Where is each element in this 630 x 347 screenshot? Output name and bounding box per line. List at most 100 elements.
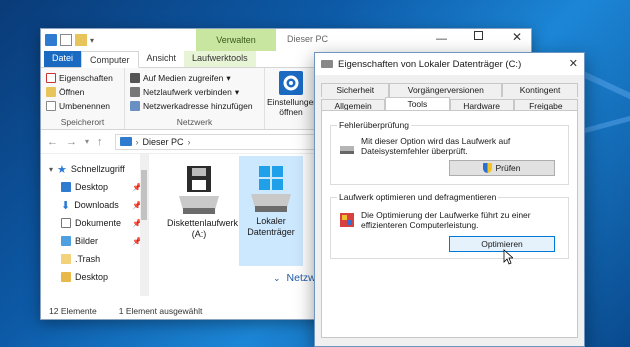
access-media-label: Auf Medien zugreifen <box>143 73 224 83</box>
dialog-titlebar: Eigenschaften von Lokaler Datenträger (C… <box>315 53 584 75</box>
open-label: Öffnen <box>59 87 85 97</box>
rename-button[interactable]: Umbenennen <box>46 99 119 113</box>
rename-label: Umbenennen <box>59 101 111 111</box>
chevron-down-icon: ⌄ <box>273 272 281 283</box>
breadcrumb-separator-icon: › <box>187 136 191 147</box>
quick-access-toolbar: ▾ <box>41 34 94 46</box>
tab-datei[interactable]: Datei <box>44 50 82 67</box>
drive-label: Lokaler Datenträger <box>247 216 295 237</box>
nav-item-pictures[interactable]: Bilder 📌 <box>41 232 148 250</box>
qat-dropdown-icon[interactable]: ▾ <box>90 36 94 45</box>
nav-item-label: .Trash <box>75 254 101 264</box>
desktop-icon <box>61 182 71 192</box>
tab-laufwerktools[interactable]: Laufwerktools <box>184 50 256 67</box>
pictures-icon <box>61 236 71 246</box>
network-location-icon <box>130 101 140 111</box>
status-selected-count: 1 Element ausgewählt <box>118 306 203 316</box>
properties-icon[interactable] <box>60 34 72 46</box>
tab-ansicht[interactable]: Ansicht <box>139 50 185 67</box>
status-item-count: 12 Elemente <box>49 306 97 316</box>
nav-item-trash[interactable]: .Trash <box>41 250 148 268</box>
recent-dropdown-icon[interactable]: ▾ <box>85 137 89 146</box>
group-label-location: Speicherort <box>60 117 105 127</box>
group-label-network: Netzwerk <box>176 117 213 127</box>
check-button-label: Prüfen <box>495 163 521 173</box>
drive-icon <box>321 60 333 68</box>
nav-item-label: Downloads <box>74 200 119 210</box>
nav-item-documents[interactable]: Dokumente 📌 <box>41 214 148 232</box>
tab-kontingent[interactable]: Kontingent <box>502 83 578 97</box>
open-settings-button[interactable]: Einstellungen öffnen <box>267 71 319 117</box>
drive-floppy[interactable]: Diskettenlaufwerk (A:) <box>167 160 238 240</box>
new-folder-icon[interactable] <box>75 34 87 46</box>
nav-item-downloads[interactable]: ⬇ Downloads 📌 <box>41 196 148 214</box>
dialog-title: Eigenschaften von Lokaler Datenträger (C… <box>338 58 522 70</box>
checkmark-icon <box>46 73 56 83</box>
optimize-button-label: Optimieren <box>481 239 523 249</box>
folder-icon <box>61 272 71 282</box>
nav-item-label: Desktop <box>75 182 109 192</box>
nav-item-label: Desktop <box>75 272 109 282</box>
gear-icon <box>279 71 303 95</box>
minimize-button[interactable]: — <box>436 33 447 45</box>
tools-panel: Fehlerüberprüfung Mit dieser Option wird… <box>321 110 578 338</box>
open-settings-label: Einstellungen öffnen <box>267 97 319 117</box>
ribbon-group-network: Auf Medien zugreifen ▾ Netzlaufwerk verb… <box>125 68 265 129</box>
open-button[interactable]: Öffnen <box>46 85 119 99</box>
disk-check-icon <box>339 140 355 156</box>
optimize-group: Laufwerk optimieren und defragmentieren … <box>330 192 569 259</box>
nav-quick-access[interactable]: ▾ ★ Schnellzugriff <box>41 160 148 178</box>
add-network-location-label: Netzwerkadresse hinzufügen <box>143 101 253 111</box>
chevron-down-icon: ▾ <box>234 86 240 97</box>
windows-drive-icon <box>247 162 295 214</box>
chevron-down-icon: ▾ <box>226 72 231 83</box>
maximize-button[interactable] <box>474 31 483 40</box>
error-check-legend: Fehlerüberprüfung <box>337 120 411 130</box>
add-network-location-button[interactable]: Netzwerkadresse hinzufügen <box>130 99 259 113</box>
error-check-group: Fehlerüberprüfung Mit dieser Option wird… <box>330 120 569 185</box>
drive-label: Diskettenlaufwerk (A:) <box>167 218 239 239</box>
up-arrow-icon[interactable]: ↑ <box>97 136 103 148</box>
access-media-button[interactable]: Auf Medien zugreifen ▾ <box>130 71 259 85</box>
nav-item-label: Bilder <box>75 236 99 246</box>
properties-button[interactable]: Eigenschaften <box>46 71 119 85</box>
forward-arrow-icon[interactable]: → <box>66 136 77 148</box>
optimize-button[interactable]: Optimieren <box>449 236 555 252</box>
star-icon: ★ <box>57 163 67 176</box>
properties-label: Eigenschaften <box>59 73 113 83</box>
shield-icon <box>483 163 493 173</box>
network-drive-icon <box>130 87 140 97</box>
window-title: Dieser PC <box>287 34 329 44</box>
ribbon-group-location: Eigenschaften Öffnen Umbenennen Speicher… <box>41 68 125 129</box>
properties-dialog: Eigenschaften von Lokaler Datenträger (C… <box>314 52 585 347</box>
address-input[interactable]: › Dieser PC › <box>114 133 315 150</box>
floppy-drive-icon <box>175 164 223 216</box>
error-check-text: Mit dieser Option wird das Laufwerk auf … <box>361 136 511 156</box>
back-arrow-icon[interactable]: ← <box>47 136 58 148</box>
breadcrumb-dieser-pc[interactable]: Dieser PC <box>143 137 184 147</box>
nav-scrollbar[interactable] <box>140 154 148 296</box>
computer-icon <box>45 34 57 46</box>
document-icon <box>61 218 71 228</box>
optimize-legend: Laufwerk optimieren und defragmentieren <box>337 192 499 202</box>
map-network-drive-button[interactable]: Netzlaufwerk verbinden ▾ <box>130 85 259 99</box>
dialog-close-icon[interactable]: ✕ <box>569 57 578 70</box>
nav-item-desktop-folder[interactable]: Desktop <box>41 268 148 286</box>
defrag-icon <box>339 212 355 228</box>
nav-scrollbar-thumb[interactable] <box>141 170 147 220</box>
download-icon: ⬇ <box>61 199 71 212</box>
check-button[interactable]: Prüfen <box>449 160 555 176</box>
tab-computer[interactable]: Computer <box>81 51 139 68</box>
map-network-drive-label: Netzlaufwerk verbinden <box>143 87 232 97</box>
tab-sicherheit[interactable]: Sicherheit <box>321 83 390 97</box>
tab-vorgaengerversionen[interactable]: Vorgängerversionen <box>389 83 503 97</box>
ribbon-group-system: Einstellungen öffnen <box>265 68 319 129</box>
close-icon[interactable]: ✕ <box>512 30 522 44</box>
optimize-text: Die Optimierung der Laufwerke führt zu e… <box>361 210 531 230</box>
drive-local-c[interactable]: Lokaler Datenträger <box>239 156 303 266</box>
open-icon <box>46 87 56 97</box>
tab-row-back: Sicherheit Vorgängerversionen Kontingent <box>321 83 578 97</box>
nav-item-desktop[interactable]: Desktop 📌 <box>41 178 148 196</box>
computer-icon <box>119 137 132 146</box>
mouse-cursor-icon <box>503 249 513 265</box>
